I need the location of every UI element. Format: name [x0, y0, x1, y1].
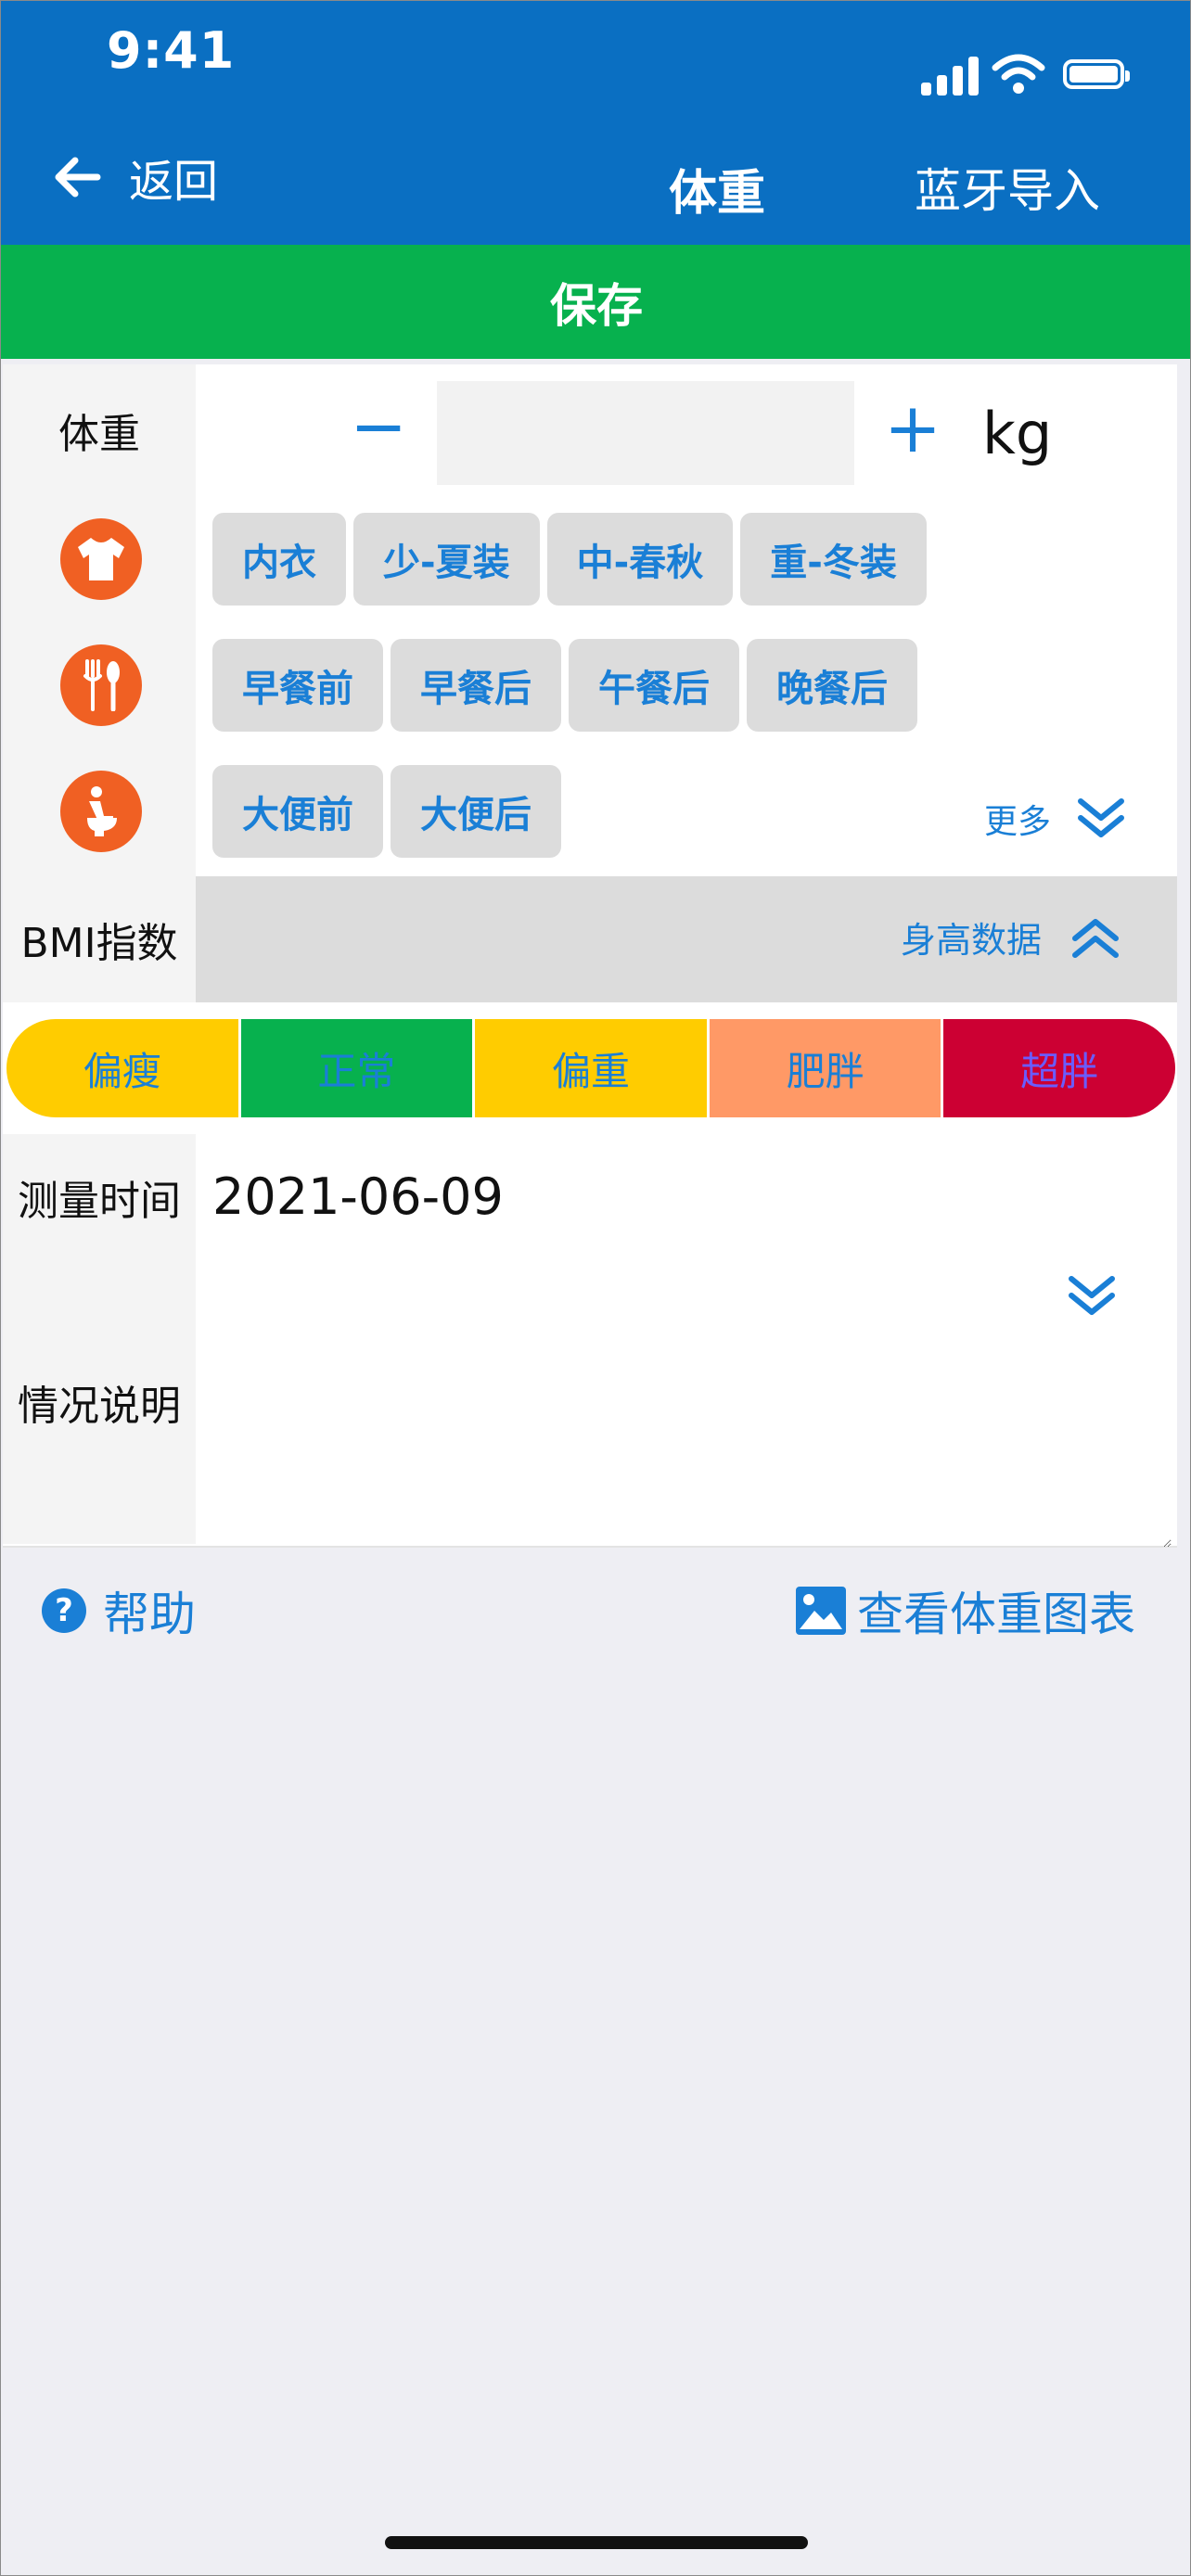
toilet-option[interactable]: 大便前 — [212, 765, 383, 858]
back-button[interactable]: 返回 — [53, 149, 218, 208]
meal-option[interactable]: 晚餐后 — [747, 639, 917, 732]
weight-unit: kg — [982, 400, 1053, 467]
bmi-segment[interactable]: 偏重 — [475, 1019, 710, 1117]
tshirt-icon — [60, 518, 142, 600]
meal-options: 早餐前 早餐后 午餐后 晚餐后 — [212, 639, 917, 732]
image-chart-icon — [796, 1587, 846, 1635]
bmi-row: BMI指数 身高数据 — [3, 876, 1177, 1002]
measure-time-value[interactable]: 2021-06-09 — [212, 1167, 504, 1226]
toilet-options: 大便前 大便后 — [212, 765, 561, 858]
toilet-option[interactable]: 大便后 — [391, 765, 561, 858]
page-title: 体重 — [669, 166, 766, 222]
height-data-label: 身高数据 — [901, 920, 1043, 961]
wifi-icon — [992, 54, 1045, 94]
weight-label: 体重 — [3, 364, 196, 496]
note-row: 情况说明 — [3, 1260, 1177, 1548]
decrement-button[interactable]: − — [350, 392, 407, 461]
view-chart-label: 查看体重图表 — [857, 1588, 1135, 1641]
view-chart-button[interactable]: 查看体重图表 — [794, 1577, 1135, 1644]
back-label: 返回 — [129, 156, 219, 208]
meal-option[interactable]: 午餐后 — [569, 639, 739, 732]
app-screen: 9:41 返回 体重 蓝牙导入 保存 体重 − + kg 内衣 少-夏装 中-春… — [0, 0, 1191, 2576]
increment-button[interactable]: + — [884, 394, 941, 463]
bmi-segment[interactable]: 肥胖 — [709, 1019, 944, 1117]
note-label: 情况说明 — [3, 1260, 196, 1544]
meal-option[interactable]: 早餐后 — [391, 639, 561, 732]
double-chevron-down-icon — [1078, 798, 1125, 837]
double-chevron-down-icon — [1069, 1276, 1115, 1315]
help-icon: ? — [42, 1588, 86, 1633]
help-button[interactable]: ? 帮助 — [42, 1577, 196, 1644]
weight-input[interactable] — [437, 381, 854, 485]
clothing-option[interactable]: 重-冬装 — [740, 513, 927, 606]
clothing-option[interactable]: 少-夏装 — [353, 513, 540, 606]
bmi-segment[interactable]: 超胖 — [943, 1019, 1175, 1117]
clothing-option[interactable]: 中-春秋 — [546, 513, 734, 606]
arrow-left-icon — [55, 157, 101, 198]
toilet-row: 大便前 大便后 更多 — [3, 748, 1177, 878]
meal-option[interactable]: 早餐前 — [212, 639, 383, 732]
clothing-option[interactable]: 内衣 — [212, 513, 346, 606]
measure-time-label: 测量时间 — [3, 1134, 196, 1260]
bmi-scale-row: 偏瘦 正常 偏重 肥胖 超胖 — [3, 1002, 1177, 1136]
meal-row: 早餐前 早餐后 午餐后 晚餐后 — [3, 622, 1177, 750]
battery-icon — [1063, 59, 1130, 89]
home-indicator[interactable] — [385, 2536, 808, 2549]
double-chevron-up-icon — [1072, 918, 1120, 958]
save-button[interactable]: 保存 — [1, 245, 1190, 359]
bmi-scale-bar: 偏瘦 正常 偏重 肥胖 超胖 — [6, 1019, 1175, 1117]
cellular-signal-icon — [921, 55, 979, 96]
help-label: 帮助 — [103, 1588, 196, 1641]
status-time: 9:41 — [107, 21, 236, 80]
bluetooth-import-button[interactable]: 蓝牙导入 — [915, 154, 1100, 221]
note-textarea[interactable] — [212, 1260, 1172, 1548]
more-options-button[interactable]: 更多 — [984, 795, 1125, 843]
clothing-options: 内衣 少-夏装 中-春秋 重-冬装 — [212, 513, 927, 606]
note-expand-button[interactable] — [1068, 1275, 1116, 1321]
bmi-segment[interactable]: 正常 — [240, 1019, 476, 1117]
bmi-segment[interactable]: 偏瘦 — [6, 1019, 241, 1117]
height-data-button[interactable]: 身高数据 — [901, 912, 1120, 963]
measure-time-row: 测量时间 2021-06-09 — [3, 1134, 1177, 1262]
weight-row: 体重 − + kg — [3, 364, 1177, 498]
more-label: 更多 — [984, 803, 1052, 841]
fork-spoon-icon — [60, 644, 142, 726]
clothing-row: 内衣 少-夏装 中-春秋 重-冬装 — [3, 496, 1177, 624]
top-bar: 9:41 返回 体重 蓝牙导入 — [1, 1, 1190, 245]
toilet-icon — [60, 771, 142, 852]
bmi-label: BMI指数 — [3, 876, 196, 1002]
